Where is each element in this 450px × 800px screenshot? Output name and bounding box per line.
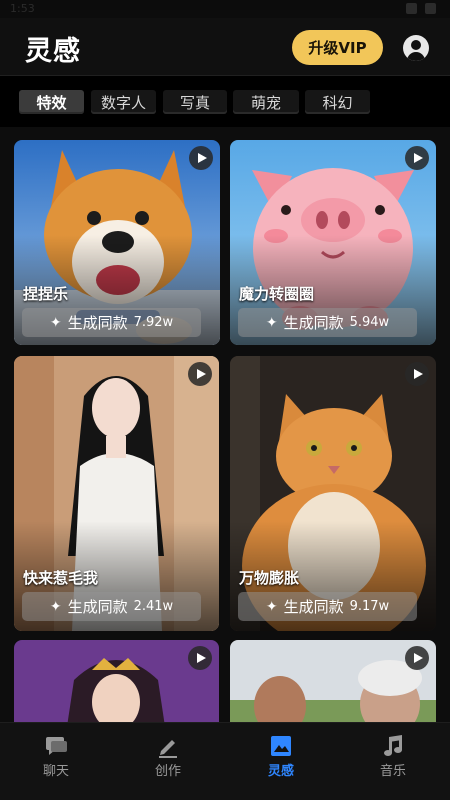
make-same-button[interactable]: ✦ 生成同款 5.94w [238, 308, 417, 337]
make-same-button[interactable]: ✦ 生成同款 9.17w [238, 592, 417, 621]
use-count: 2.41w [133, 599, 174, 614]
card-magic-spin[interactable]: 魔力转圈圈 ✦ 生成同款 5.94w [230, 140, 436, 345]
profile-head-shape [411, 40, 421, 50]
card-tease-me[interactable]: 快来惹毛我 ✦ 生成同款 2.41w [14, 356, 219, 631]
category-tabs: 特效 数字人 写真 萌宠 科幻 [0, 77, 450, 127]
make-same-label: 生成同款 [67, 314, 128, 332]
make-same-label: 生成同款 [67, 598, 128, 616]
card-pinch[interactable]: 捏捏乐 ✦ 生成同款 7.92w [14, 140, 220, 345]
play-icon[interactable] [405, 146, 429, 170]
profile-icon[interactable] [403, 35, 429, 61]
nav-item-chat[interactable]: 聊天 [26, 733, 86, 783]
make-same-button[interactable]: ✦ 生成同款 7.92w [22, 308, 201, 337]
battery-icon [425, 3, 436, 14]
tab-sci-fi[interactable]: 科幻 [305, 90, 370, 114]
nav-item-inspiration[interactable]: 灵感 [251, 733, 311, 783]
sparkle-icon: ✦ [49, 314, 62, 331]
card-title: 快来惹毛我 [23, 569, 99, 587]
make-same-label: 生成同款 [283, 314, 344, 332]
card-title: 魔力转圈圈 [239, 285, 315, 303]
card-elderly[interactable] [230, 640, 436, 722]
pencil-icon [159, 740, 177, 758]
profile-body-shape [407, 52, 425, 61]
sparkle-icon: ✦ [265, 598, 278, 615]
tab-pets[interactable]: 萌宠 [233, 90, 299, 114]
chat-icon [46, 737, 67, 755]
image-icon [271, 736, 291, 756]
tab-portrait[interactable]: 写真 [163, 90, 227, 114]
play-icon[interactable] [188, 646, 212, 670]
play-icon[interactable] [405, 646, 429, 670]
wifi-icon [406, 3, 417, 14]
nav-label-inspiration: 灵感 [267, 764, 294, 779]
use-count: 7.92w [133, 315, 174, 330]
make-same-button[interactable]: ✦ 生成同款 2.41w [22, 592, 201, 621]
nav-label-chat: 聊天 [42, 764, 69, 779]
tab-digital-human[interactable]: 数字人 [91, 90, 156, 114]
card-title: 捏捏乐 [23, 285, 69, 303]
card-inflate[interactable]: 万物膨胀 ✦ 生成同款 9.17w [230, 356, 436, 631]
play-icon[interactable] [405, 362, 429, 386]
status-bar: 1:53 [0, 0, 450, 18]
use-count: 9.17w [349, 599, 390, 614]
nav-item-music[interactable]: 音乐 [363, 733, 423, 783]
status-time: 1:53 [10, 2, 35, 15]
tab-effects[interactable]: 特效 [19, 90, 84, 114]
play-icon[interactable] [189, 146, 213, 170]
status-icons [406, 3, 436, 14]
sparkle-icon: ✦ [49, 598, 62, 615]
card-title: 万物膨胀 [239, 569, 300, 587]
sparkle-icon: ✦ [265, 314, 278, 331]
play-icon[interactable] [188, 362, 212, 386]
make-same-label: 生成同款 [283, 598, 344, 616]
upgrade-vip-button[interactable]: 升级VIP [292, 30, 383, 65]
bottom-nav: 聊天 创作 灵感 音乐 [0, 722, 450, 800]
page-title: 灵感 [25, 36, 81, 67]
nav-item-create[interactable]: 创作 [138, 733, 198, 783]
card-princess[interactable] [14, 640, 219, 722]
nav-label-music: 音乐 [379, 764, 406, 779]
nav-label-create: 创作 [154, 764, 181, 779]
music-note-icon [384, 735, 402, 756]
use-count: 5.94w [349, 315, 390, 330]
top-header: 灵感 升级VIP [0, 18, 450, 76]
inspiration-grid: 捏捏乐 ✦ 生成同款 7.92w 魔力转圈圈 ✦ 生成同款 5.94w 快来惹毛… [0, 127, 450, 722]
